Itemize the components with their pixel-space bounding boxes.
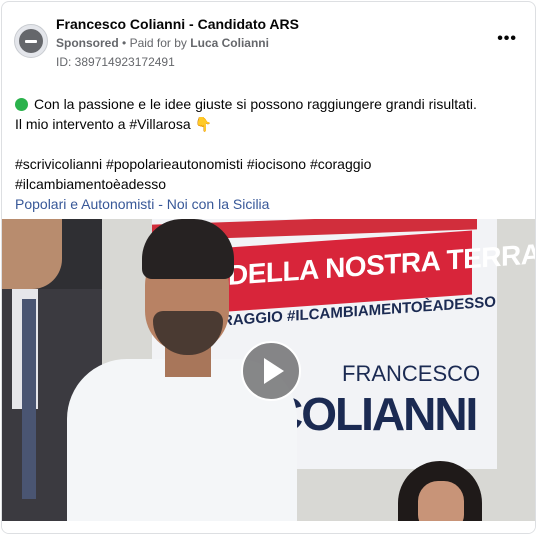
hashtags-line-1[interactable]: #scrivicolianni #popolarieautonomisti #i… [15, 154, 527, 174]
sponsored-line: Sponsored • Paid for by Luca Colianni [56, 36, 269, 50]
post-header: Francesco Colianni - Candidato ARS Spons… [2, 2, 535, 74]
green-circle-icon [15, 98, 28, 111]
pointing-down-icon: 👇 [194, 116, 212, 132]
banner-first-name: FRANCESCO [342, 361, 481, 386]
banner-last-name: COLIANNI [270, 388, 478, 440]
play-button[interactable] [241, 341, 301, 401]
post-footer [2, 521, 535, 533]
post-text: Con la passione e le idee giuste si poss… [15, 94, 527, 214]
paid-for-by-label: Paid for by [129, 36, 187, 50]
blocked-avatar-icon [19, 29, 43, 53]
audience-figure [392, 461, 488, 521]
text-line-2: Il mio intervento a #Villarosa 👇 [15, 114, 527, 134]
page-link[interactable]: Popolari e Autonomisti - Noi con la Sici… [15, 194, 527, 214]
hashtags-line-2[interactable]: #ilcambiamentoèadesso [15, 174, 527, 194]
text-line-1: Con la passione e le idee giuste si poss… [15, 94, 527, 114]
play-icon [264, 358, 284, 384]
ad-card: Francesco Colianni - Candidato ARS Spons… [1, 1, 536, 534]
separator-dot: • [122, 36, 127, 50]
text-line-2-content: Il mio intervento a #Villarosa [15, 116, 191, 132]
text-line-1-content: Con la passione e le idee giuste si poss… [34, 96, 477, 112]
sponsored-label: Sponsored [56, 36, 119, 50]
video-player[interactable]: DELLA NOSTRA TERRA RAGGIO #ILCAMBIAMENTO… [2, 219, 535, 521]
payer-name: Luca Colianni [190, 36, 269, 50]
more-options-button[interactable]: ••• [497, 30, 517, 48]
page-name[interactable]: Francesco Colianni - Candidato ARS [56, 16, 299, 32]
ad-id: ID: 389714923172491 [56, 55, 175, 69]
page-avatar[interactable] [14, 24, 48, 58]
